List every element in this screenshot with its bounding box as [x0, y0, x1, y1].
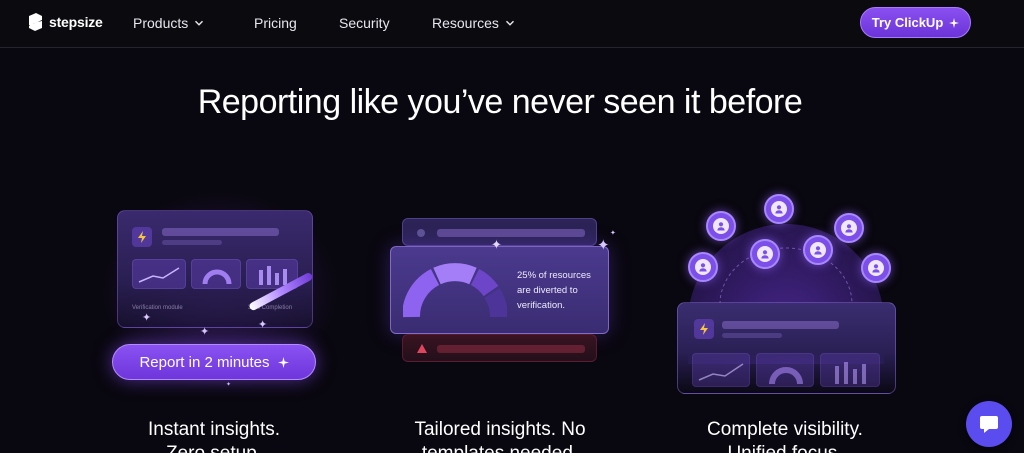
verification-module-label: Verification module: [132, 305, 183, 311]
nav-item-products[interactable]: Products: [133, 15, 204, 31]
report-in-2-minutes-button[interactable]: Report in 2 minutes: [112, 344, 316, 380]
chat-widget-button[interactable]: [966, 401, 1012, 447]
chevron-down-icon: [505, 20, 514, 26]
sparkle-icon: ✦: [142, 312, 152, 324]
placeholder-bar: [722, 333, 782, 338]
nav-item-pricing[interactable]: Pricing: [254, 15, 297, 31]
sparkle-icon: [949, 17, 960, 28]
sparkle-icon: ✦: [258, 319, 268, 331]
gauge-chart: [403, 263, 507, 318]
nav-item-security[interactable]: Security: [339, 15, 390, 31]
report-panel-illustration: Verification module 33% Completion: [117, 210, 313, 328]
user-icon: [706, 211, 736, 241]
mini-chart-gauge: [756, 353, 814, 387]
chevron-down-icon: [195, 20, 204, 26]
insight-text: 25% of resources are diverted to verific…: [517, 270, 591, 311]
nav-item-label: Resources: [432, 15, 499, 31]
stepsize-logo-icon: [29, 13, 42, 31]
placeholder-bar: [722, 321, 839, 329]
sparkle-icon: ✦: [226, 382, 232, 388]
placeholder-bar: [162, 240, 222, 245]
try-clickup-button[interactable]: Try ClickUp: [860, 7, 971, 38]
user-icon: [861, 253, 891, 283]
sparkle-icon: [277, 356, 289, 368]
caption-line: Complete visibility.: [707, 419, 863, 440]
nav-item-label: Pricing: [254, 15, 297, 31]
nav-item-resources[interactable]: Resources: [432, 15, 515, 31]
caption-line: Instant insights.: [147, 419, 281, 440]
placeholder-bar: [437, 345, 585, 353]
warning-icon: [417, 344, 427, 353]
mini-chart-bars: [820, 353, 880, 387]
user-icon: [803, 235, 833, 265]
dashed-arc: [719, 247, 853, 304]
mini-chart-line: [692, 353, 750, 387]
caption-line: Tailored insights. No: [414, 419, 586, 440]
stacked-panel-alert: [402, 334, 597, 362]
logo[interactable]: stepsize: [27, 12, 103, 32]
cta-label: Try ClickUp: [871, 15, 944, 30]
bolt-icon: [132, 227, 152, 247]
bolt-icon: [694, 319, 714, 339]
user-icon: [764, 194, 794, 224]
sparkle-icon: ✦: [491, 237, 502, 252]
card-caption: Complete visibility. Unified focus.: [680, 418, 890, 453]
dot-icon: [417, 229, 425, 237]
top-nav: stepsize Products Pricing Security Resou…: [0, 0, 1024, 48]
report-button-label: Report in 2 minutes: [139, 353, 270, 371]
user-icon: [750, 239, 780, 269]
sparkle-icon: ✦: [200, 326, 210, 338]
nav-item-label: Security: [339, 15, 390, 31]
placeholder-bar: [437, 229, 585, 237]
mini-chart-line: [132, 259, 186, 289]
card-caption: Instant insights. Zero setup.: [112, 418, 316, 453]
page-title: Reporting like you’ve never seen it befo…: [197, 83, 803, 121]
caption-line: Zero setup.: [112, 442, 316, 453]
user-icon: [688, 252, 718, 282]
user-icon: [834, 213, 864, 243]
placeholder-bar: [162, 228, 279, 236]
caption-line: Unified focus.: [680, 442, 890, 453]
mini-chart-gauge: [191, 259, 241, 289]
caption-line: templates needed.: [396, 442, 604, 453]
logo-text: stepsize: [49, 14, 103, 30]
sparkle-icon: ✦: [610, 230, 616, 237]
team-report-panel: [677, 302, 896, 394]
card-caption: Tailored insights. No templates needed.: [396, 418, 604, 453]
chat-icon: [980, 416, 998, 433]
nav-item-label: Products: [133, 15, 189, 31]
sparkle-icon: ✦: [597, 237, 610, 254]
